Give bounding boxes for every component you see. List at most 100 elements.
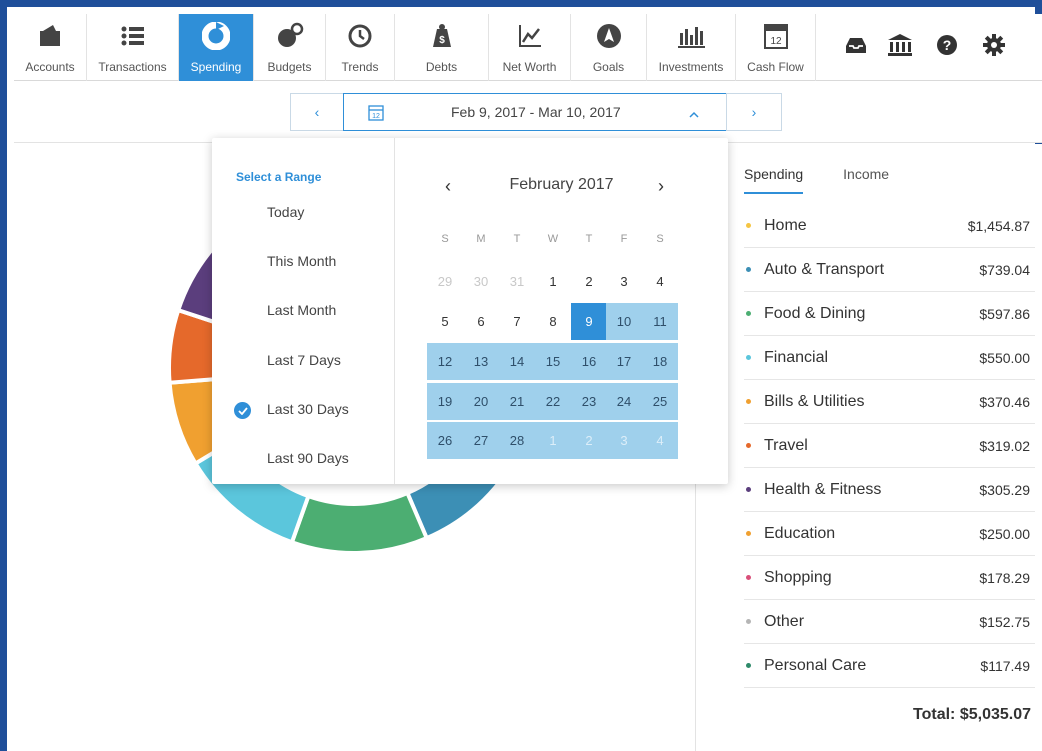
category-row[interactable]: Other $152.75: [744, 600, 1035, 644]
chevron-left-icon: ‹: [314, 104, 320, 120]
calendar-day[interactable]: 15: [535, 343, 571, 380]
calendar-day[interactable]: 4: [642, 422, 678, 459]
calendar-day[interactable]: 1: [535, 422, 571, 459]
category-color-dot: [746, 223, 751, 228]
range-option[interactable]: Last 7 Days: [267, 352, 341, 368]
tab-income[interactable]: Income: [843, 166, 889, 194]
category-amount: $152.75: [979, 613, 1030, 630]
range-option[interactable]: Last 30 Days: [267, 401, 349, 417]
tab-spending[interactable]: Spending: [744, 166, 804, 194]
calendar-day[interactable]: 26: [427, 422, 463, 459]
calendar-day[interactable]: 21: [499, 383, 535, 420]
calendar-day[interactable]: 18: [642, 343, 678, 380]
calendar-day[interactable]: 2: [571, 263, 607, 300]
nav-investments[interactable]: Investments: [647, 14, 736, 81]
calendar-day[interactable]: 28: [499, 422, 535, 459]
range-presets: Select a Range Today This Month Last Month…: [212, 138, 395, 484]
calendar-day[interactable]: 24: [606, 383, 642, 420]
nav-net-worth[interactable]: Net Worth: [489, 14, 571, 81]
month-calendar: ‹ February 2017 › S M T W T F S 29 30 31 1 2 3 4 5 6 7 8 9…: [395, 138, 728, 484]
category-row[interactable]: Bills & Utilities $370.46: [744, 380, 1035, 424]
date-range-picker: Select a Range Today This Month Last Month…: [212, 138, 728, 484]
calendar-day[interactable]: 13: [463, 343, 499, 380]
category-row[interactable]: Auto & Transport $739.04: [744, 248, 1035, 292]
weekday-label: S: [656, 233, 664, 245]
calendar-day[interactable]: 1: [535, 263, 571, 300]
nav-budgets[interactable]: Budgets: [254, 14, 326, 81]
category-color-dot: [746, 575, 751, 580]
calendar-day[interactable]: 30: [463, 263, 499, 300]
category-name: Education: [764, 524, 836, 542]
category-amount: $250.00: [979, 525, 1030, 542]
date-range-label: Feb 9, 2017 - Mar 10, 2017: [451, 104, 621, 120]
category-row[interactable]: Travel $319.02: [744, 424, 1035, 468]
nav-trends-label: Trends: [341, 60, 379, 74]
date-range-dropdown[interactable]: 12 Feb 9, 2017 - Mar 10, 2017: [343, 93, 727, 131]
calendar-day[interactable]: 17: [606, 343, 642, 380]
weekday-label: W: [547, 233, 559, 245]
next-month-button[interactable]: ›: [658, 176, 664, 197]
calendar-day[interactable]: 31: [499, 263, 535, 300]
calendar-day[interactable]: 20: [463, 383, 499, 420]
nav-budgets-label: Budgets: [267, 60, 312, 74]
calendar-day[interactable]: 2: [571, 422, 607, 459]
range-option[interactable]: Today: [267, 204, 304, 220]
category-name: Personal Care: [764, 656, 867, 674]
calendar-day[interactable]: 27: [463, 422, 499, 459]
nav-goals-label: Goals: [592, 60, 625, 74]
calendar-day[interactable]: 29: [427, 263, 463, 300]
calendar-day[interactable]: 19: [427, 383, 463, 420]
calendar-day[interactable]: 7: [499, 303, 535, 340]
category-row[interactable]: Education $250.00: [744, 512, 1035, 556]
calendar-day[interactable]: 6: [463, 303, 499, 340]
range-option[interactable]: This Month: [267, 253, 336, 269]
nav-cash-flow[interactable]: 12 Cash Flow: [736, 14, 816, 81]
range-option[interactable]: Last 90 Days: [267, 450, 349, 466]
nav-goals[interactable]: Goals: [571, 14, 647, 81]
category-name: Auto & Transport: [764, 260, 885, 278]
inbox-button[interactable]: [836, 14, 876, 81]
category-row[interactable]: Personal Care $117.49: [744, 644, 1035, 688]
prev-period-button[interactable]: ‹: [290, 93, 344, 131]
range-option[interactable]: Last Month: [267, 302, 336, 318]
nav-spending[interactable]: Spending: [179, 14, 254, 81]
category-row[interactable]: Health & Fitness $305.29: [744, 468, 1035, 512]
calendar-day[interactable]: 23: [571, 383, 607, 420]
help-button[interactable]: ?: [927, 14, 967, 81]
calendar-day[interactable]: 11: [642, 303, 678, 340]
calendar-day[interactable]: 22: [535, 383, 571, 420]
calendar-day[interactable]: 9: [571, 303, 607, 340]
donut-slice[interactable]: [289, 490, 430, 555]
category-row[interactable]: Shopping $178.29: [744, 556, 1035, 600]
app-content: Accounts Transactions Spending Budgets T…: [14, 14, 1042, 751]
chevron-right-icon: ›: [751, 104, 757, 120]
calendar-day[interactable]: 5: [427, 303, 463, 340]
calendar-day[interactable]: 10: [606, 303, 642, 340]
bank-button[interactable]: [880, 14, 920, 81]
calendar-day[interactable]: 4: [642, 263, 678, 300]
nav-transactions[interactable]: Transactions: [87, 14, 179, 81]
category-name: Home: [764, 216, 807, 234]
calendar-day[interactable]: 8: [535, 303, 571, 340]
check-icon: [234, 402, 251, 419]
next-period-button[interactable]: ›: [726, 93, 782, 131]
category-row[interactable]: Food & Dining $597.86: [744, 292, 1035, 336]
calendar-day[interactable]: 3: [606, 263, 642, 300]
panel-tabs: Spending Income: [744, 166, 929, 194]
calendar-day[interactable]: 12: [427, 343, 463, 380]
calendar-day[interactable]: 3: [606, 422, 642, 459]
calendar-day[interactable]: 14: [499, 343, 535, 380]
weekday-label: F: [620, 233, 628, 245]
line-chart-icon: [515, 21, 545, 51]
calendar-day[interactable]: 16: [571, 343, 607, 380]
category-row[interactable]: Home $1,454.87: [744, 204, 1035, 248]
nav-accounts[interactable]: Accounts: [14, 14, 87, 81]
category-row[interactable]: Financial $550.00: [744, 336, 1035, 380]
category-amount: $117.49: [980, 657, 1030, 674]
budget-icon: [275, 21, 305, 51]
nav-trends[interactable]: Trends: [326, 14, 395, 81]
nav-transactions-label: Transactions: [98, 60, 167, 74]
settings-button[interactable]: [974, 14, 1014, 81]
nav-debts[interactable]: $ Debts: [395, 14, 489, 81]
calendar-day[interactable]: 25: [642, 383, 678, 420]
